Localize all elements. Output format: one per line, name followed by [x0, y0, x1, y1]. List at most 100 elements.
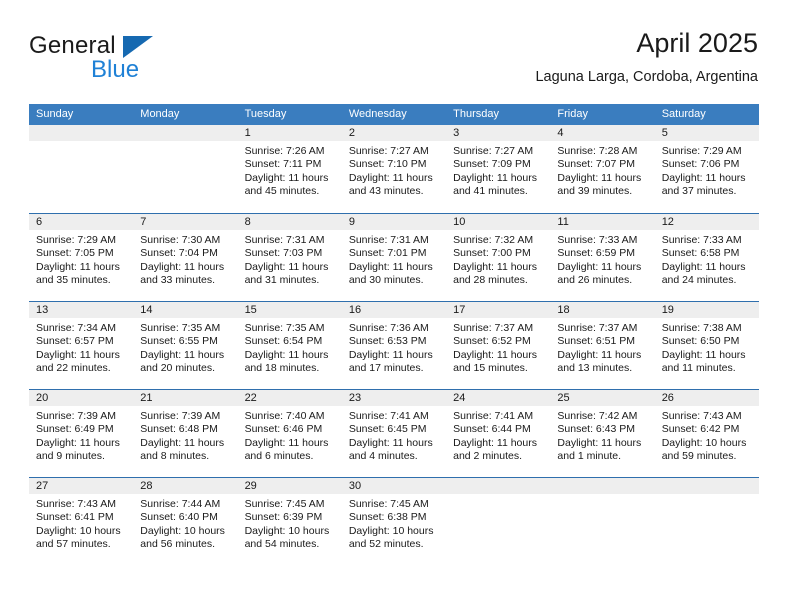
calendar-day-cell[interactable]: 18 Sunrise: 7:37 AM Sunset: 6:51 PM Dayligh… [550, 302, 655, 389]
day-detail-line: and 57 minutes. [36, 538, 111, 551]
day-details: Sunrise: 7:42 AM Sunset: 6:43 PM Daylight:… [550, 406, 654, 464]
day-detail-line: Sunrise: 7:32 AM [453, 234, 534, 246]
day-detail-line: and 54 minutes. [244, 538, 320, 551]
day-details: Sunrise: 7:37 AM Sunset: 6:51 PM Daylight:… [550, 318, 654, 376]
day-details: Sunrise: 7:31 AM Sunset: 7:03 PM Daylight:… [238, 230, 342, 288]
day-detail-line: Daylight: 11 hours [140, 436, 225, 449]
calendar-day-cell[interactable]: 30 Sunrise: 7:45 AM Sunset: 6:38 PM Dayligh… [341, 478, 447, 565]
day-detail-line: and 8 minutes. [140, 450, 210, 463]
weekday-header-wednesday: Wednesday [348, 108, 407, 120]
calendar-day-cell[interactable]: 17 Sunrise: 7:37 AM Sunset: 6:52 PM Dayligh… [446, 302, 551, 389]
day-number: 28 [133, 478, 238, 494]
day-detail-line: Daylight: 10 hours [661, 436, 747, 449]
day-detail-line: Daylight: 10 hours [348, 524, 434, 537]
day-number: 22 [237, 390, 342, 406]
day-details: Sunrise: 7:27 AM Sunset: 7:09 PM Daylight:… [446, 141, 550, 199]
weekday-header-thursday: Thursday [453, 108, 499, 120]
calendar-week-row: 6 Sunrise: 7:29 AM Sunset: 7:05 PM Daylight… [29, 213, 759, 301]
day-details: Sunrise: 7:26 AM Sunset: 7:11 PM Daylight:… [238, 141, 342, 199]
day-detail-line: Daylight: 11 hours [348, 260, 433, 273]
day-detail-line: Daylight: 11 hours [36, 260, 120, 273]
calendar-day-cell[interactable]: 20 Sunrise: 7:39 AM Sunset: 6:49 PM Dayligh… [29, 390, 134, 477]
calendar-day-cell[interactable]: 7 Sunrise: 7:30 AM Sunset: 7:04 PM Daylight… [133, 214, 238, 301]
day-detail-line: and 39 minutes. [557, 185, 633, 198]
calendar-day-cell[interactable]: 29 Sunrise: 7:45 AM Sunset: 6:39 PM Dayligh… [237, 478, 342, 565]
day-detail-line: and 6 minutes. [244, 450, 314, 463]
day-detail-line: Sunset: 6:55 PM [140, 335, 218, 348]
calendar-day-cell[interactable]: 15 Sunrise: 7:35 AM Sunset: 6:54 PM Dayligh… [237, 302, 342, 389]
day-detail-line: Sunrise: 7:37 AM [557, 322, 638, 334]
calendar-day-cell[interactable]: 8 Sunrise: 7:31 AM Sunset: 7:03 PM Daylight… [237, 214, 342, 301]
general-blue-logo[interactable]: General Blue [29, 32, 209, 90]
calendar-day-cell[interactable]: 12 Sunrise: 7:33 AM Sunset: 6:58 PM Dayligh… [654, 214, 759, 301]
day-detail-line: Sunset: 7:05 PM [36, 247, 114, 260]
day-detail-line: Sunrise: 7:42 AM [557, 410, 638, 422]
day-detail-line: Sunset: 6:43 PM [557, 423, 636, 436]
day-detail-line: Sunset: 6:50 PM [661, 335, 740, 348]
calendar-day-cell[interactable]: 25 Sunrise: 7:42 AM Sunset: 6:43 PM Dayligh… [550, 390, 655, 477]
day-detail-line: Daylight: 11 hours [453, 348, 537, 361]
day-number: 4 [550, 125, 655, 141]
calendar-day-cell[interactable]: 14 Sunrise: 7:35 AM Sunset: 6:55 PM Dayligh… [133, 302, 238, 389]
calendar-day-cell[interactable]: 2 Sunrise: 7:27 AM Sunset: 7:10 PM Daylight… [341, 125, 447, 213]
day-detail-line: Sunrise: 7:41 AM [453, 410, 534, 422]
day-number: 7 [133, 214, 238, 230]
calendar-day-empty [29, 125, 134, 213]
day-number: 30 [341, 478, 447, 494]
day-detail-line: Sunrise: 7:39 AM [140, 410, 221, 422]
day-detail-line: Sunrise: 7:34 AM [36, 322, 116, 334]
calendar-day-cell[interactable]: 5 Sunrise: 7:29 AM Sunset: 7:06 PM Daylight… [654, 125, 759, 213]
weekday-header-monday: Monday [140, 108, 180, 120]
day-number: 25 [550, 390, 655, 406]
day-details: Sunrise: 7:27 AM Sunset: 7:10 PM Daylight:… [342, 141, 446, 199]
calendar-day-cell[interactable]: 27 Sunrise: 7:43 AM Sunset: 6:41 PM Dayligh… [29, 478, 134, 565]
calendar-day-cell[interactable]: 23 Sunrise: 7:41 AM Sunset: 6:45 PM Dayligh… [341, 390, 447, 477]
calendar-day-cell[interactable]: 9 Sunrise: 7:31 AM Sunset: 7:01 PM Daylight… [341, 214, 447, 301]
calendar-day-cell[interactable]: 19 Sunrise: 7:38 AM Sunset: 6:50 PM Dayligh… [654, 302, 759, 389]
day-detail-line: and 11 minutes. [661, 362, 736, 375]
calendar-day-cell[interactable]: 11 Sunrise: 7:33 AM Sunset: 6:59 PM Dayligh… [550, 214, 655, 301]
calendar-day-cell[interactable]: 6 Sunrise: 7:29 AM Sunset: 7:05 PM Daylight… [29, 214, 134, 301]
day-number: 14 [133, 302, 238, 318]
day-details: Sunrise: 7:43 AM Sunset: 6:42 PM Daylight:… [655, 406, 759, 464]
day-detail-line: and 59 minutes. [661, 450, 737, 463]
day-detail-line: Daylight: 11 hours [557, 436, 642, 449]
day-details: Sunrise: 7:44 AM Sunset: 6:40 PM Daylight:… [133, 494, 237, 552]
day-detail-line: Daylight: 11 hours [661, 260, 746, 273]
day-detail-line: Daylight: 11 hours [661, 171, 746, 184]
day-number: 2 [341, 125, 447, 141]
calendar-day-cell[interactable]: 24 Sunrise: 7:41 AM Sunset: 6:44 PM Dayligh… [446, 390, 551, 477]
day-details: Sunrise: 7:40 AM Sunset: 6:46 PM Daylight:… [238, 406, 342, 464]
day-detail-line: Sunset: 6:46 PM [244, 423, 323, 436]
day-detail-line: Daylight: 11 hours [36, 436, 120, 449]
day-detail-line: Daylight: 11 hours [348, 436, 433, 449]
calendar-day-cell[interactable]: 16 Sunrise: 7:36 AM Sunset: 6:53 PM Dayligh… [341, 302, 447, 389]
calendar-day-cell[interactable]: 28 Sunrise: 7:44 AM Sunset: 6:40 PM Dayligh… [133, 478, 238, 565]
calendar-weeks: 1 Sunrise: 7:26 AM Sunset: 7:11 PM Daylight… [29, 125, 759, 565]
calendar-day-cell[interactable]: 22 Sunrise: 7:40 AM Sunset: 6:46 PM Dayligh… [237, 390, 342, 477]
calendar-day-cell[interactable]: 3 Sunrise: 7:27 AM Sunset: 7:09 PM Daylight… [446, 125, 551, 213]
day-number: 15 [237, 302, 342, 318]
day-detail-line: Sunrise: 7:39 AM [36, 410, 116, 422]
calendar-day-cell[interactable]: 10 Sunrise: 7:32 AM Sunset: 7:00 PM Dayligh… [446, 214, 551, 301]
day-detail-line: Sunset: 6:53 PM [348, 335, 427, 348]
day-detail-line: Daylight: 11 hours [453, 260, 537, 273]
calendar-day-cell[interactable]: 21 Sunrise: 7:39 AM Sunset: 6:48 PM Dayligh… [133, 390, 238, 477]
day-detail-line: Sunrise: 7:27 AM [453, 145, 534, 157]
day-detail-line: Daylight: 11 hours [244, 171, 329, 184]
day-detail-line: Daylight: 11 hours [453, 171, 537, 184]
day-number: 9 [341, 214, 447, 230]
day-number: 27 [29, 478, 134, 494]
day-detail-line: Sunset: 7:06 PM [661, 158, 740, 171]
day-detail-line: Sunrise: 7:27 AM [348, 145, 429, 157]
day-detail-line: Sunset: 7:01 PM [348, 247, 427, 260]
day-detail-line: and 28 minutes. [453, 274, 528, 287]
day-detail-line: Sunset: 6:44 PM [453, 423, 531, 436]
calendar-day-cell[interactable]: 1 Sunrise: 7:26 AM Sunset: 7:11 PM Daylight… [237, 125, 342, 213]
calendar-day-cell[interactable]: 26 Sunrise: 7:43 AM Sunset: 6:42 PM Dayligh… [654, 390, 759, 477]
day-detail-line: Daylight: 10 hours [140, 524, 225, 537]
calendar-day-cell[interactable]: 13 Sunrise: 7:34 AM Sunset: 6:57 PM Dayligh… [29, 302, 134, 389]
day-number: 1 [237, 125, 342, 141]
day-detail-line: and 37 minutes. [661, 185, 737, 198]
calendar-day-cell[interactable]: 4 Sunrise: 7:28 AM Sunset: 7:07 PM Daylight… [550, 125, 655, 213]
